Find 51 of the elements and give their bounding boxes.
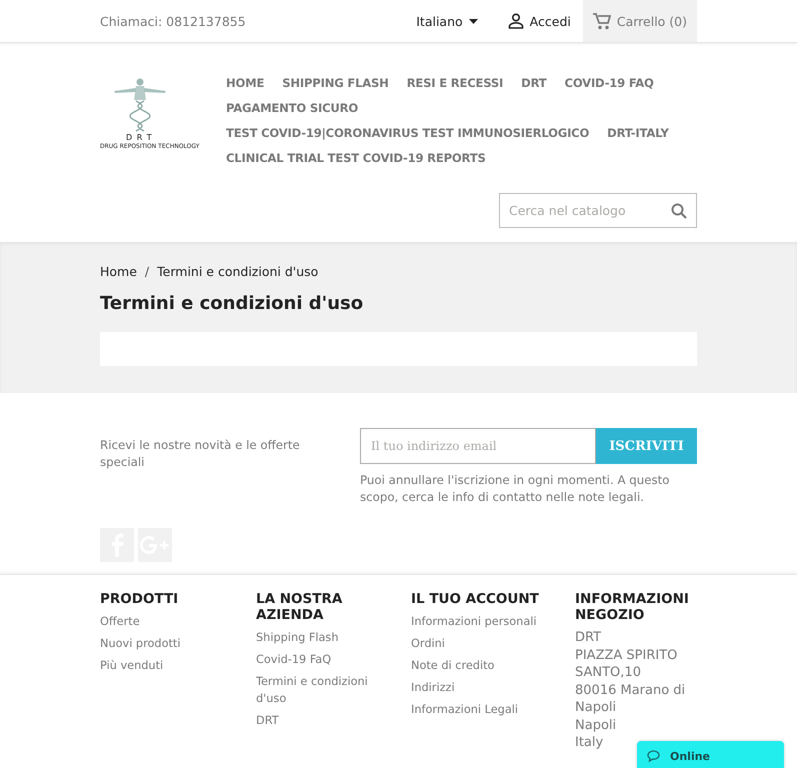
chat-widget[interactable]: Online [637,741,784,768]
menu-link[interactable]: PAGAMENTO SICURO [226,96,358,121]
page-title: Termini e condizioni d'uso [100,293,364,314]
menu-link[interactable]: DRT-ITALY [607,121,669,146]
login-link[interactable]: Accedi [508,13,571,29]
footer-link[interactable]: Covid-19 FaQ [256,651,397,668]
footer-link[interactable]: Informazioni Legali [411,701,561,718]
menu-link[interactable]: SHIPPING FLASH [282,71,389,96]
footer-link[interactable]: Note di credito [411,657,561,674]
footer-link[interactable]: Offerte [100,613,242,630]
menu-link[interactable]: COVID-19 FAQ [564,71,654,96]
footer-link[interactable]: Termini e condizioni d'uso [256,673,397,707]
breadcrumb-link[interactable]: Termini e condizioni d'uso [157,264,318,279]
footer-heading: INFORMAZIONI NEGOZIO [575,591,690,623]
menu-link[interactable]: DRT [521,71,547,96]
logo-figure-icon [112,77,168,133]
chat-bubble-icon [647,750,660,762]
footer-heading: IL TUO ACCOUNT [411,591,540,607]
logo-letters: D R T [126,133,153,143]
search-icon [671,203,687,219]
footer-link[interactable]: Shipping Flash [256,629,397,646]
menu-link[interactable]: RESI E RECESSI [406,71,504,96]
cart-button[interactable]: Carrello (0) [582,0,697,42]
address-line: PIAZZA SPIRITO SANTO,10 [575,646,678,682]
breadcrumb-separator: / [144,264,150,279]
menu-link[interactable]: TEST COVID-19|CORONAVIRUS TEST IMMUNOSIERLOGICO [226,121,590,146]
cart-icon [592,12,611,30]
contact-phone: Chiamaci: 0812137855 [100,14,246,28]
email-field[interactable]: Il tuo indirizzo email [360,428,596,464]
footer-heading: PRODOTTI [100,591,180,607]
menu-link[interactable]: HOME [226,71,264,96]
footer-link[interactable]: Nuovi prodotti [100,635,242,652]
language-selector[interactable]: Italiano [416,14,478,28]
subscribe-button[interactable]: ISCRIVITI [596,428,697,464]
menu-link[interactable]: CLINICAL TRIAL TEST COVID-19 REPORTS [226,146,486,171]
breadcrumb-link[interactable]: Home [100,264,137,279]
footer-link[interactable]: DRT [256,712,397,729]
newsletter-text: Ricevi le nostre novità e le offerte speciali [100,437,301,471]
address-line: 80016 Marano di Napoli [575,682,686,716]
caret-icon [468,18,478,24]
address-line: DRT [575,629,602,646]
newsletter-note: Puoi annullare l'iscrizione in ogni momenti. A questo scopo, cerca le info di contatto nelle note legali. [360,472,670,506]
address-line: Italy [575,734,604,752]
footer-heading: LA NOSTRA AZIENDA [256,591,344,623]
search-field[interactable]: Cerca nel catalogo [499,193,697,228]
footer-link[interactable]: Indirizzi [411,679,561,696]
address-line: Napoli [575,716,618,734]
footer-link[interactable]: Ordini [411,635,561,652]
footer-link[interactable]: Più venduti [100,657,242,674]
footer-link[interactable]: Informazioni personali [411,613,561,630]
user-icon [508,13,524,29]
